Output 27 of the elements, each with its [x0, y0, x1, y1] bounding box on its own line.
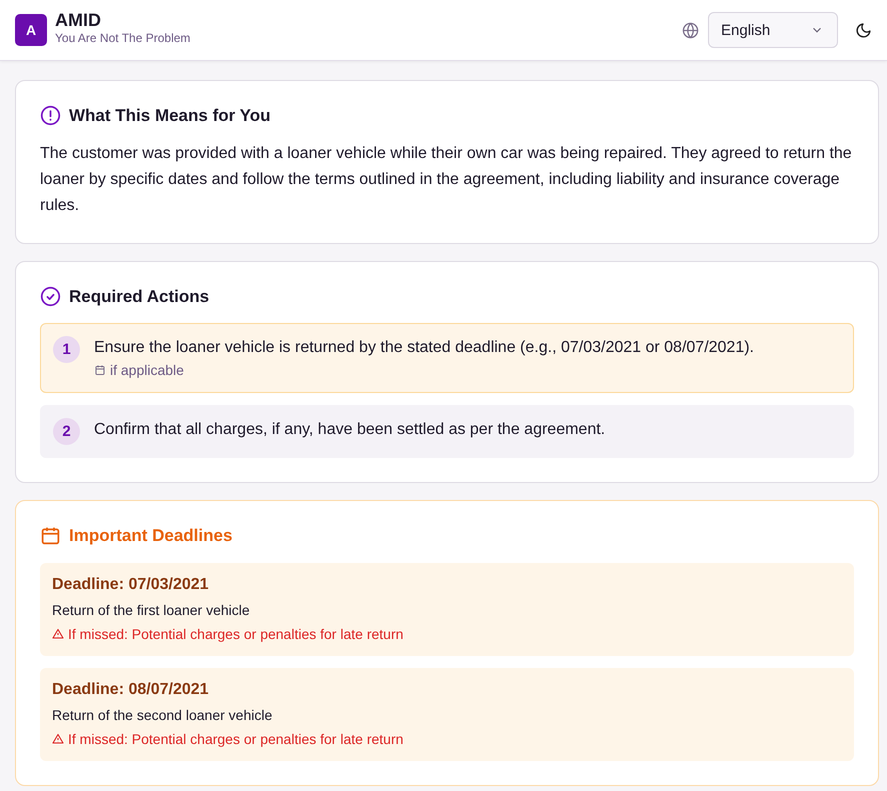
explanation-text: The customer was provided with a loaner vehicle while their own car was being repaired. They agreed to return the loaner by specific dates and follow the terms outlined in the agreement, including liability and insurance coverage rules.	[40, 144, 853, 216]
action-text: Ensure the loaner vehicle is returned by the stated deadline (e.g., 07/03/2021 or 08/07/2021).	[94, 339, 754, 357]
consequence-text: If missed: Potential charges or penalties for late return	[68, 626, 404, 642]
alert-circle-icon	[40, 105, 61, 126]
deadline-date: Deadline: 08/07/2021	[52, 681, 210, 699]
app-subtitle: You Are Not The Problem	[55, 30, 190, 44]
warning-icon	[52, 733, 64, 745]
consequence-text: If missed: Potential charges or penalties for late return	[68, 731, 404, 747]
logo: A	[15, 14, 47, 46]
section-title: What This Means for You	[69, 106, 270, 126]
step-number: 2	[53, 418, 80, 445]
calendar-icon	[94, 364, 106, 376]
action-text: Confirm that all charges, if any, have been settled as per the agreement.	[94, 421, 606, 439]
deadline-date: Deadline: 07/03/2021	[52, 576, 210, 594]
deadline-description: Return of the second loaner vehicle	[52, 707, 274, 723]
step-number: 1	[53, 336, 80, 363]
warning-icon	[52, 628, 64, 640]
deadline-description: Return of the first loaner vehicle	[52, 602, 251, 618]
globe-icon[interactable]	[682, 22, 699, 38]
check-circle-icon	[40, 286, 61, 307]
language-select[interactable]: English	[708, 12, 838, 48]
action-note: if applicable	[110, 362, 184, 378]
app-title: AMID	[55, 10, 102, 30]
section-title: Required Actions	[69, 286, 210, 306]
section-title: Important Deadlines	[69, 526, 232, 546]
moon-icon[interactable]	[855, 22, 872, 38]
calendar-icon	[40, 525, 61, 546]
